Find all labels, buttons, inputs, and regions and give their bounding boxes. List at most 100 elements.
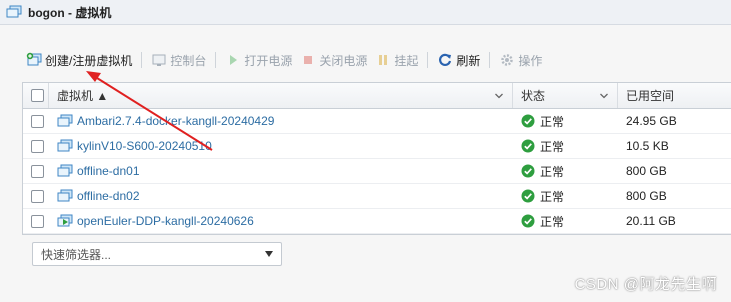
- quick-filter-select[interactable]: 快速筛选器...: [32, 242, 282, 266]
- pause-icon: [379, 55, 388, 65]
- table-row[interactable]: openEuler-DDP-kangll-20240626 正常 20.11 GB: [23, 209, 731, 234]
- suspend-button[interactable]: 挂起: [371, 50, 422, 70]
- actions-button[interactable]: 操作: [495, 50, 546, 70]
- vm-icon: [6, 5, 22, 18]
- create-vm-icon: [26, 52, 42, 66]
- vm-state-cell: 正常: [513, 134, 618, 158]
- stop-icon: [304, 56, 313, 64]
- power-on-label: 打开电源: [244, 53, 293, 68]
- vm-used-space-text: 24.95 GB: [626, 114, 677, 128]
- row-select-cell: [23, 159, 49, 183]
- select-all-checkbox[interactable]: [31, 89, 44, 102]
- vm-state-text: 正常: [540, 139, 565, 154]
- window-title: bogon - 虚拟机: [28, 5, 112, 20]
- vm-icon: [57, 139, 73, 152]
- toolbar-divider: [427, 52, 429, 68]
- row-select-cell: [23, 209, 49, 233]
- row-checkbox[interactable]: [31, 189, 44, 203]
- toolbar: 创建/注册虚拟机 控制台 打开电源 关闭电源 挂起 刷新 操作: [22, 49, 546, 71]
- vm-used-space-cell: 24.95 GB: [618, 109, 730, 133]
- watermark: CSDN @阿龙先生啊: [574, 276, 717, 293]
- power-off-button[interactable]: 关闭电源: [296, 50, 371, 70]
- table-body: Ambari2.7.4-docker-kangll-20240429 正常 24.9…: [23, 109, 731, 234]
- chevron-down-icon[interactable]: [494, 91, 504, 101]
- vm-icon: [57, 189, 73, 202]
- vm-used-space-text: 20.11 GB: [626, 214, 676, 228]
- vm-name-link[interactable]: Ambari2.7.4-docker-kangll-20240429: [77, 114, 274, 128]
- vm-name-cell: kylinV10-S600-20240510: [49, 134, 513, 158]
- power-off-label: 关闭电源: [319, 53, 368, 68]
- actions-label: 操作: [518, 53, 543, 68]
- power-on-button[interactable]: 打开电源: [221, 50, 296, 70]
- vm-icon: [57, 114, 73, 127]
- gear-icon: [501, 54, 514, 66]
- check-circle-icon: [521, 164, 535, 178]
- vm-used-space-cell: 20.11 GB: [618, 209, 730, 233]
- select-all-cell: [23, 83, 49, 108]
- table-row[interactable]: Ambari2.7.4-docker-kangll-20240429 正常 24.9…: [23, 109, 731, 134]
- console-button[interactable]: 控制台: [147, 50, 210, 70]
- row-checkbox[interactable]: [31, 214, 44, 228]
- vm-name-link[interactable]: kylinV10-S600-20240510: [77, 139, 212, 153]
- check-circle-icon: [521, 214, 535, 228]
- refresh-icon: [439, 53, 452, 66]
- table-row[interactable]: kylinV10-S600-20240510 正常 10.5 KB: [23, 134, 731, 159]
- vm-panel: 创建/注册虚拟机 控制台 打开电源 关闭电源 挂起 刷新 操作 虚拟机 ▲ 状态…: [0, 25, 731, 302]
- row-select-cell: [23, 109, 49, 133]
- create-register-vm-button[interactable]: 创建/注册虚拟机: [22, 50, 136, 70]
- column-header-used-space[interactable]: 已用空间: [618, 83, 730, 108]
- vm-state-text: 正常: [540, 164, 565, 179]
- check-circle-icon: [521, 139, 535, 153]
- row-checkbox[interactable]: [31, 139, 44, 153]
- column-header-state[interactable]: 状态: [513, 83, 618, 108]
- row-checkbox[interactable]: [31, 164, 44, 178]
- vm-name-link[interactable]: offline-dn01: [77, 164, 140, 178]
- vm-name-cell: openEuler-DDP-kangll-20240626: [49, 209, 513, 233]
- vm-state-cell: 正常: [513, 109, 618, 133]
- vm-state-cell: 正常: [513, 184, 618, 208]
- chevron-down-icon[interactable]: [599, 91, 609, 101]
- vm-used-space-cell: 10.5 KB: [618, 134, 730, 158]
- quick-filter-placeholder: 快速筛选器...: [41, 247, 112, 262]
- vm-powered-icon: [57, 214, 73, 227]
- window-titlebar: bogon - 虚拟机: [0, 0, 731, 25]
- play-icon: [230, 55, 238, 65]
- table-row[interactable]: offline-dn02 正常 800 GB: [23, 184, 731, 209]
- refresh-button[interactable]: 刷新: [433, 50, 484, 70]
- table-row[interactable]: offline-dn01 正常 800 GB: [23, 159, 731, 184]
- toolbar-divider: [489, 52, 491, 68]
- console-icon: [152, 54, 166, 66]
- column-header-used-space-label: 已用空间: [626, 89, 675, 103]
- vm-name-link[interactable]: offline-dn02: [77, 189, 140, 203]
- column-header-vm-label: 虚拟机 ▲: [57, 89, 109, 103]
- vm-name-cell: Ambari2.7.4-docker-kangll-20240429: [49, 109, 513, 133]
- vm-state-text: 正常: [540, 214, 565, 229]
- table-header: 虚拟机 ▲ 状态 已用空间: [23, 83, 731, 109]
- dropdown-caret-icon: [265, 251, 273, 257]
- vm-name-cell: offline-dn01: [49, 159, 513, 183]
- create-register-vm-label: 创建/注册虚拟机: [45, 53, 133, 68]
- vm-state-cell: 正常: [513, 159, 618, 183]
- vm-state-text: 正常: [540, 114, 565, 129]
- vm-used-space-cell: 800 GB: [618, 159, 730, 183]
- suspend-label: 挂起: [394, 53, 419, 68]
- vm-name-link[interactable]: openEuler-DDP-kangll-20240626: [77, 214, 254, 228]
- vm-state-text: 正常: [540, 189, 565, 204]
- vm-state-cell: 正常: [513, 209, 618, 233]
- refresh-label: 刷新: [456, 53, 481, 68]
- vm-used-space-text: 800 GB: [626, 164, 667, 178]
- column-header-vm[interactable]: 虚拟机 ▲: [49, 83, 513, 108]
- row-checkbox[interactable]: [31, 114, 44, 128]
- console-label: 控制台: [170, 53, 207, 68]
- row-select-cell: [23, 184, 49, 208]
- vm-name-cell: offline-dn02: [49, 184, 513, 208]
- vm-used-space-cell: 800 GB: [618, 184, 730, 208]
- vm-icon: [57, 164, 73, 177]
- vm-table: 虚拟机 ▲ 状态 已用空间 Ambari2.7.4-docker-kangll-…: [22, 82, 731, 235]
- column-header-state-label: 状态: [521, 89, 546, 103]
- row-select-cell: [23, 134, 49, 158]
- check-circle-icon: [521, 189, 535, 203]
- toolbar-divider: [141, 52, 143, 68]
- toolbar-divider: [215, 52, 217, 68]
- check-circle-icon: [521, 114, 535, 128]
